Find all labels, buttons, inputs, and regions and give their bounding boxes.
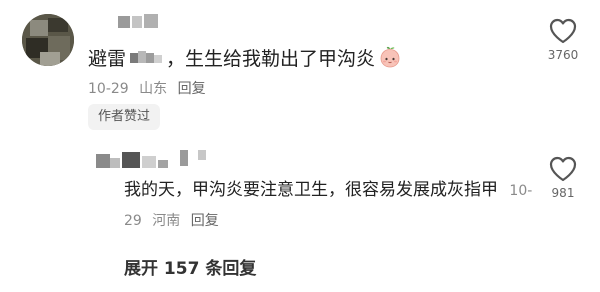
commenter-username[interactable] [88, 14, 178, 32]
author-liked-badge: 作者赞过 [88, 104, 161, 130]
comment-like-count: 3760 [547, 48, 579, 62]
reply-location: 河南 [152, 213, 181, 229]
comment-reply-button[interactable]: 回复 [178, 81, 206, 97]
comment-text: 避雷 ，生生给我勒出了甲沟炎 [88, 44, 401, 70]
heart-outline-icon [549, 18, 577, 44]
comment-date: 10-29 [88, 81, 129, 97]
comment-text-end: ，生生给我勒出了甲沟炎 [166, 47, 376, 70]
comment-like-button[interactable]: 3760 [537, 18, 589, 62]
reply-text: 我的天，甲沟炎要注意卫生，很容易发展成灰指甲 10-29 河南 回复 [124, 176, 534, 236]
reply-body: 我的天，甲沟炎要注意卫生，很容易发展成灰指甲 [124, 180, 498, 200]
reply-reply-button[interactable]: 回复 [191, 213, 219, 229]
heart-outline-icon [549, 156, 577, 182]
comment-location: 山东 [139, 81, 168, 97]
censored-mosaic [128, 48, 164, 66]
reply-like-button[interactable]: 981 [537, 156, 589, 200]
comment-meta: 10-29 山东 回复 [88, 78, 212, 98]
reply-like-count: 981 [551, 186, 575, 200]
reply-username[interactable] [96, 150, 216, 172]
commenter-avatar[interactable] [22, 14, 74, 66]
peach-face-emoji-icon [380, 46, 400, 68]
expand-replies-button[interactable]: 展开 157 条回复 [124, 254, 256, 279]
comment-thread: 避雷 ，生生给我勒出了甲沟炎 10-29 山东 回复 作者赞过 3760 我的天… [0, 0, 600, 292]
comment-text-start: 避雷 [88, 47, 127, 70]
